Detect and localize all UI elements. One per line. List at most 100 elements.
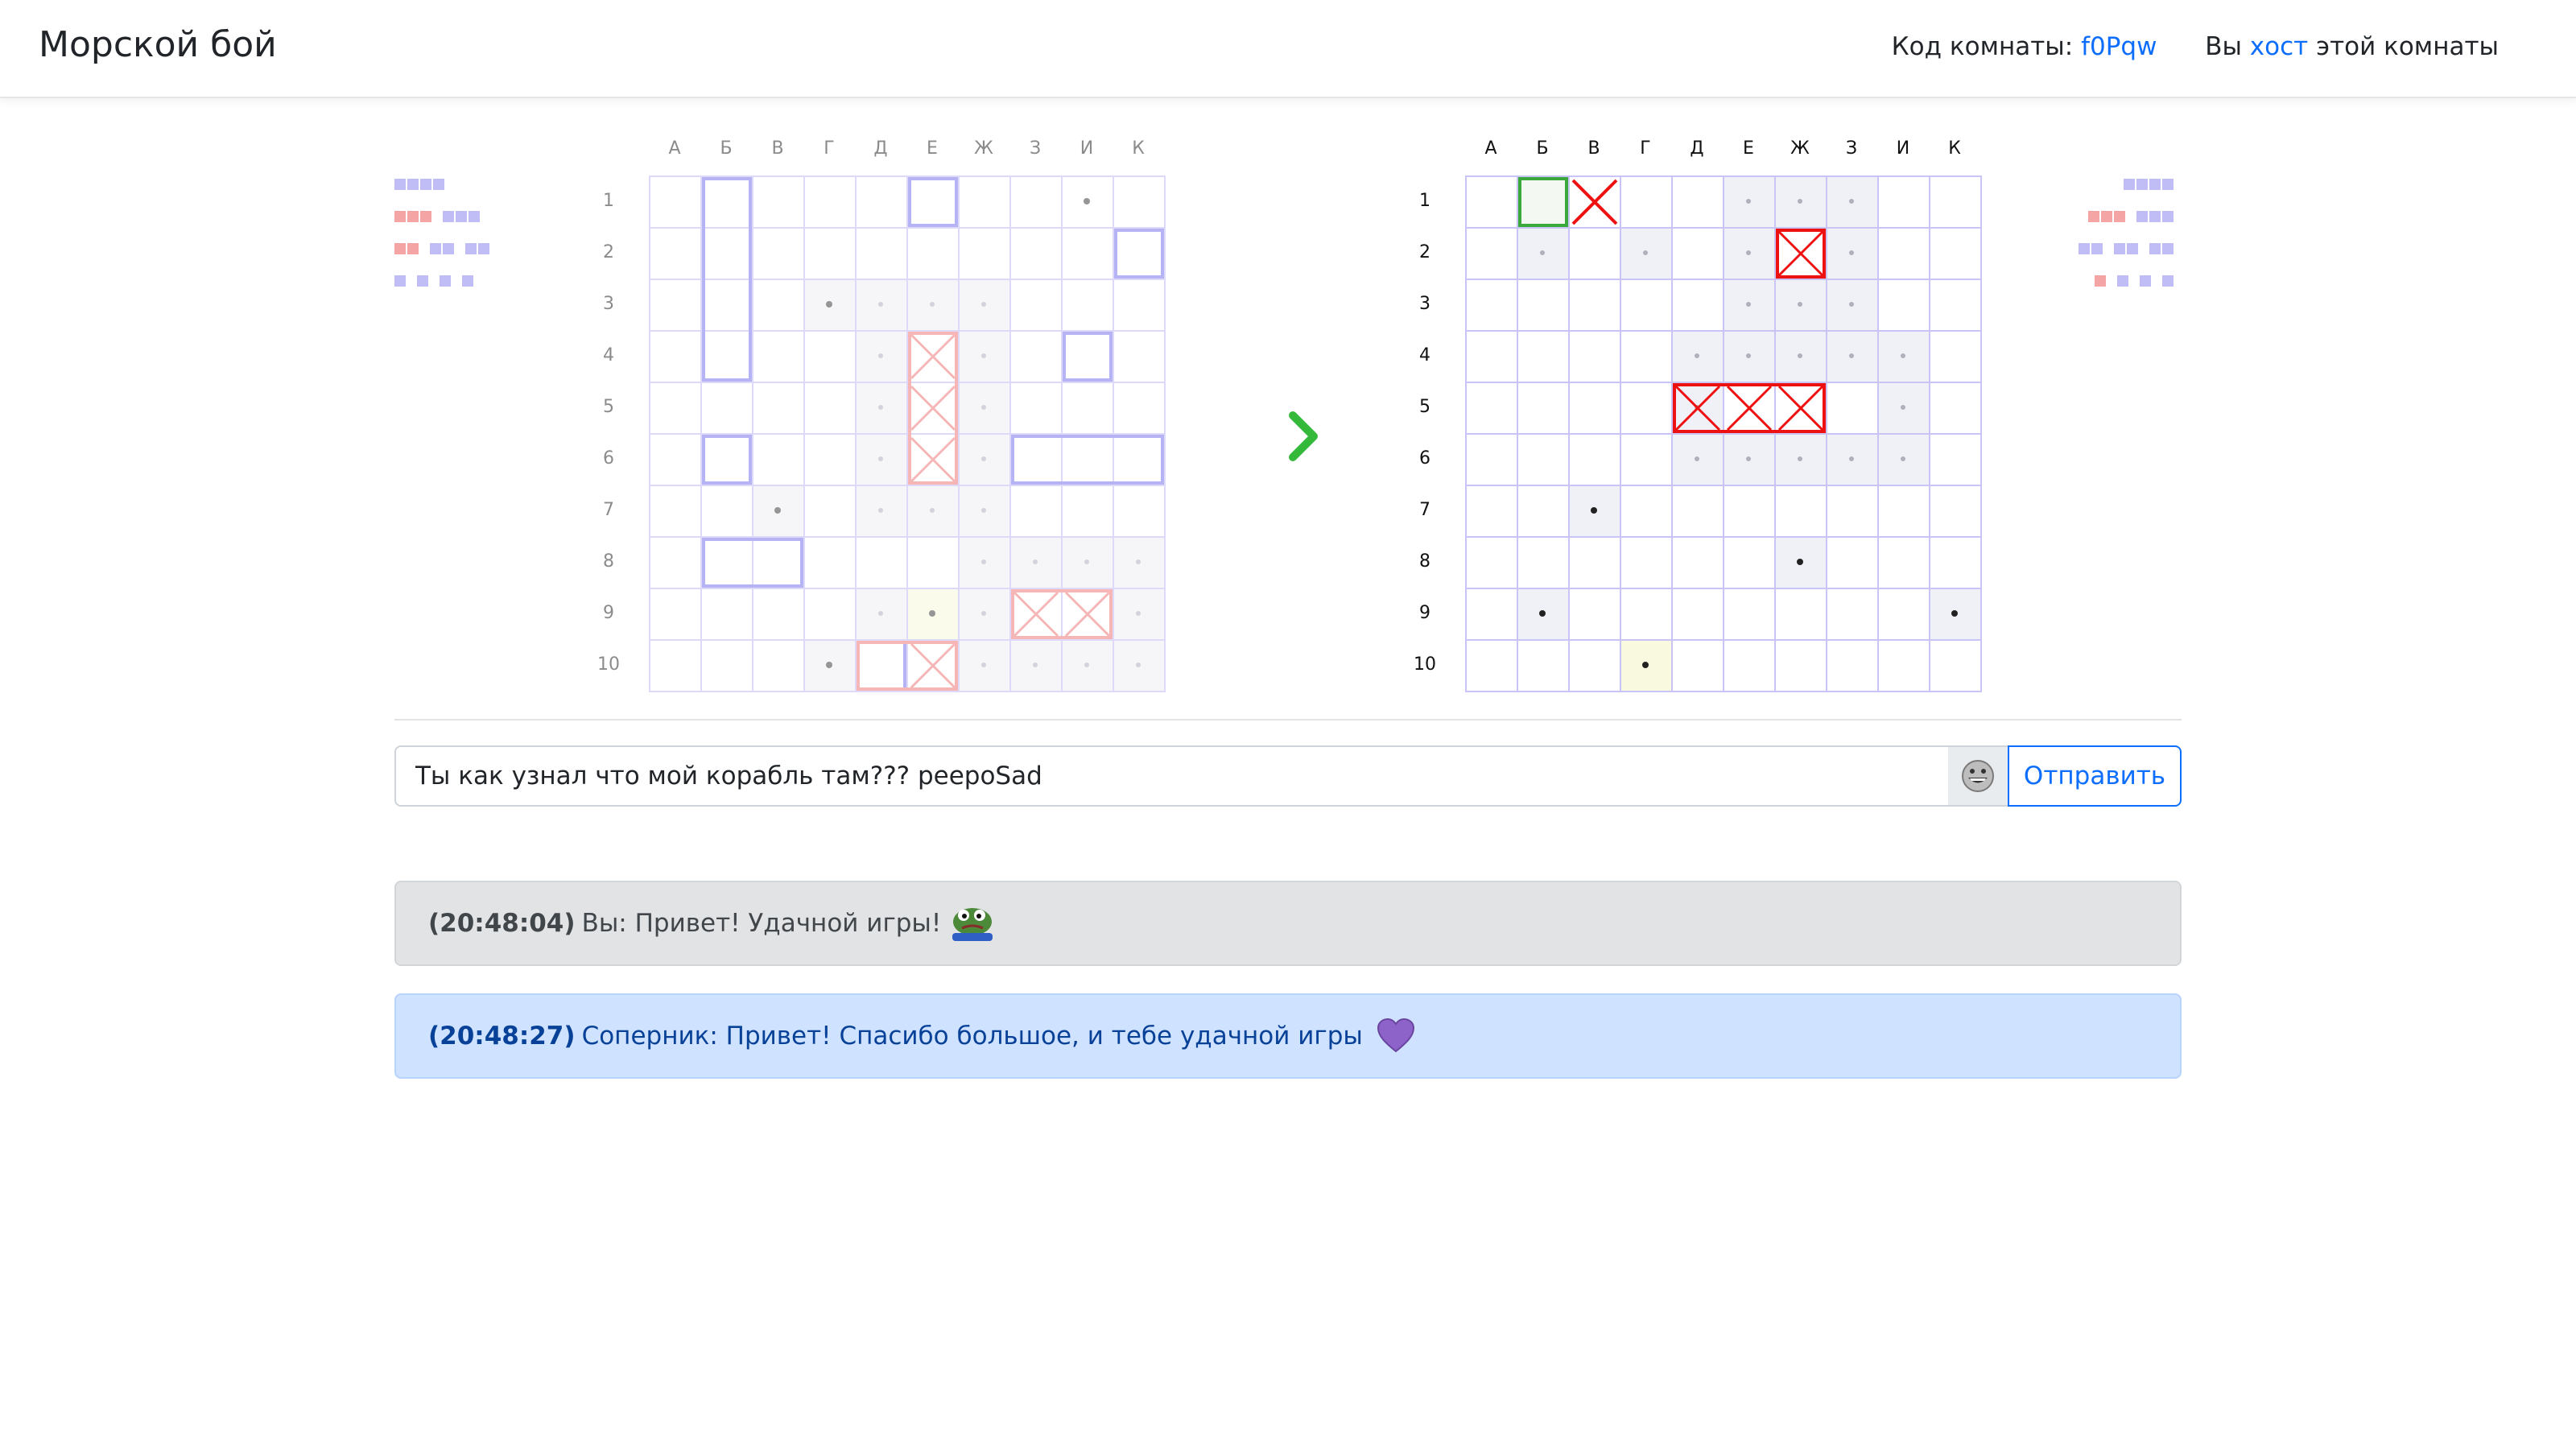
column-label: А	[1484, 138, 1497, 159]
ship	[1063, 332, 1113, 382]
fleet-ship-marker	[465, 243, 489, 254]
blocked-dot	[1849, 250, 1854, 255]
fleet-ship-marker	[2162, 275, 2174, 287]
blocked-dot	[1695, 456, 1699, 461]
hit-cross	[910, 642, 956, 689]
fleet-ship-marker	[2114, 243, 2138, 254]
row-label: 3	[603, 294, 614, 314]
send-button[interactable]: Отправить	[2008, 745, 2182, 807]
hit-cross	[1726, 385, 1773, 431]
row-label: 2	[1419, 242, 1430, 262]
emoji-picker-button[interactable]	[1948, 745, 2009, 807]
row-label: 5	[603, 397, 614, 417]
column-label: Ж	[1790, 138, 1810, 159]
host-suffix: этой комнаты	[2316, 32, 2499, 61]
navbar: Морской бой Код комнаты: f0Pqw Вы хост э…	[0, 0, 2576, 98]
row-label: 4	[603, 345, 614, 365]
blocked-dot	[878, 302, 883, 307]
blocked-dot	[1746, 250, 1751, 255]
blocked-dot	[1084, 663, 1089, 667]
blocked-dot	[981, 405, 986, 410]
turn-arrow-icon	[1289, 411, 1318, 461]
message-text: Соперник: Привет! Спасибо большое, и теб…	[581, 1022, 1363, 1051]
fleet-ship-marker	[394, 211, 431, 222]
hit-cross	[910, 333, 956, 380]
blocked-dot	[878, 611, 883, 616]
room-code[interactable]: f0Pqw	[2081, 32, 2157, 61]
blocked-dot	[981, 559, 986, 564]
row-label: 9	[603, 603, 614, 623]
fleet-ship-marker	[2124, 179, 2174, 190]
miss-dot	[929, 610, 935, 617]
blocked-dot	[1746, 353, 1751, 358]
host-prefix: Вы	[2205, 32, 2242, 61]
blocked-dot	[1033, 559, 1038, 564]
fleet-ship-marker	[443, 211, 480, 222]
row-label: 6	[603, 448, 614, 469]
miss-dot	[774, 507, 781, 514]
app-title[interactable]: Морской бой	[39, 24, 277, 65]
row-label: 7	[1419, 500, 1430, 520]
message-text: Вы: Привет! Удачной игры!	[581, 909, 942, 938]
hit-cross	[1777, 230, 1824, 277]
hit-cross	[1674, 385, 1721, 431]
ship	[702, 177, 752, 382]
row-label: 4	[1419, 345, 1430, 365]
row-label: 7	[603, 500, 614, 520]
row-label: 1	[603, 191, 614, 211]
blocked-dot	[981, 353, 986, 358]
grinning-face-icon	[1962, 760, 1994, 792]
blocked-dot	[1798, 353, 1802, 358]
miss-dot	[826, 301, 832, 308]
host-link[interactable]: хост	[2250, 32, 2308, 61]
blocked-dot	[1643, 250, 1648, 255]
column-label: А	[668, 138, 681, 159]
blocked-dot	[1136, 611, 1141, 616]
column-label: В	[1587, 138, 1600, 159]
hit-cross	[910, 436, 956, 483]
blocked-dot	[930, 508, 935, 513]
ship	[1114, 229, 1164, 279]
fleet-ship-marker	[394, 243, 419, 254]
miss-dot	[1084, 198, 1090, 204]
row-label: 10	[1414, 654, 1436, 675]
chat-input[interactable]	[394, 745, 1950, 807]
blocked-dot	[981, 611, 986, 616]
row-label: 2	[603, 242, 614, 262]
enemy-board[interactable]: А Б В Г Д Е Ж З И К 1 2 3 4 5 6 7 8 9 10	[1414, 138, 1982, 692]
ship	[702, 538, 803, 588]
column-label: Б	[720, 138, 733, 159]
purple-heart-icon	[1377, 1018, 1414, 1053]
peepo-frog-icon	[952, 908, 993, 941]
column-label: В	[771, 138, 784, 159]
fleet-ship-marker	[2079, 243, 2103, 254]
ship	[908, 177, 958, 227]
fleet-ship-marker	[2088, 211, 2125, 222]
room-info: Код комнаты: f0Pqw Вы хост этой комнаты	[1892, 32, 2499, 61]
column-label: Г	[824, 138, 835, 159]
column-label: Д	[873, 138, 888, 159]
blocked-dot	[1849, 199, 1854, 204]
miss-dot	[826, 662, 832, 668]
chat-message-self: (20:48:04) Вы: Привет! Удачной игры!	[394, 881, 2182, 966]
fleet-ship-marker	[440, 275, 451, 287]
row-label: 6	[1419, 448, 1430, 469]
blocked-dot	[981, 456, 986, 461]
hit-cross	[1777, 385, 1824, 431]
blocked-dot	[1746, 302, 1751, 307]
room-code-label: Код комнаты:	[1891, 32, 2074, 61]
hit-cross	[910, 385, 956, 431]
fleet-ship-marker	[462, 275, 473, 287]
blocked-dot	[1695, 353, 1699, 358]
blocked-dot	[878, 353, 883, 358]
blocked-dot	[1540, 250, 1545, 255]
column-label: К	[1948, 138, 1961, 159]
selected-cell[interactable]	[1518, 177, 1568, 227]
column-label: И	[1080, 138, 1094, 159]
own-board: А Б В Г Д Е Ж З И К 1 2 3 4 5 6 7 8 9 10	[597, 138, 1166, 692]
blocked-dot	[878, 456, 883, 461]
blocked-dot	[1901, 353, 1905, 358]
blocked-dot	[1136, 559, 1141, 564]
row-label: 8	[603, 551, 614, 572]
fleet-ship-marker	[430, 243, 454, 254]
